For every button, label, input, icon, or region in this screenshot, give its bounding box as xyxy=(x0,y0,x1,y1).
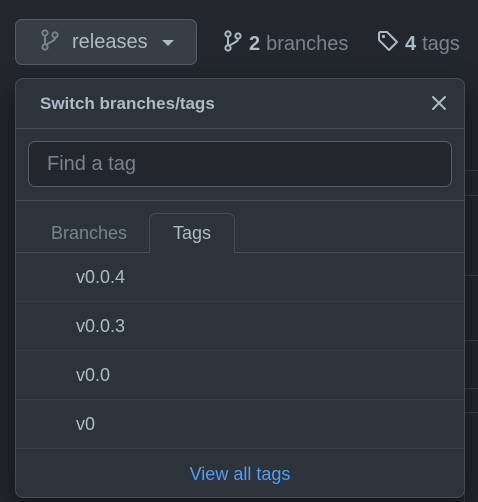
background-divider xyxy=(464,340,478,341)
branches-link[interactable]: 2 branches xyxy=(223,30,348,58)
page: releases 2 branches 4 tags Switch branch… xyxy=(0,0,478,502)
ref-selector-dropdown: Switch branches/tags Branches Tags v0.0.… xyxy=(15,78,465,498)
tab-tags[interactable]: Tags xyxy=(149,213,235,254)
find-tag-input[interactable] xyxy=(28,141,452,187)
dropdown-header: Switch branches/tags xyxy=(16,79,464,129)
background-divider xyxy=(464,388,478,389)
view-all-tags-link[interactable]: View all tags xyxy=(16,449,464,497)
tags-label: tags xyxy=(422,32,460,55)
tags-count: 4 xyxy=(405,32,417,55)
branch-select-button[interactable]: releases xyxy=(15,19,197,65)
tag-list-item[interactable]: v0.0.3 xyxy=(16,302,464,351)
ref-tabs: Branches Tags xyxy=(16,201,464,254)
background-divider xyxy=(464,170,478,171)
chevron-down-icon xyxy=(161,40,174,46)
dropdown-title: Switch branches/tags xyxy=(40,94,215,113)
filter-container xyxy=(16,129,464,201)
background-content-strip xyxy=(464,88,478,502)
close-icon[interactable] xyxy=(428,92,450,114)
background-divider xyxy=(464,275,478,276)
tag-list-item[interactable]: v0.0.4 xyxy=(16,253,464,302)
branches-count: 2 xyxy=(249,32,261,55)
background-divider xyxy=(464,195,478,196)
tag-list: v0.0.4 v0.0.3 v0.0 v0 xyxy=(16,253,464,449)
branches-label: branches xyxy=(266,32,349,55)
git-branch-icon xyxy=(223,30,243,58)
current-ref-label: releases xyxy=(72,30,148,53)
tag-icon xyxy=(377,30,399,58)
tag-list-item[interactable]: v0.0 xyxy=(16,351,464,400)
tags-link[interactable]: 4 tags xyxy=(377,30,460,58)
background-divider xyxy=(464,412,478,413)
tab-branches[interactable]: Branches xyxy=(36,213,142,253)
tag-list-item[interactable]: v0 xyxy=(16,400,464,449)
git-branch-icon xyxy=(40,28,60,56)
